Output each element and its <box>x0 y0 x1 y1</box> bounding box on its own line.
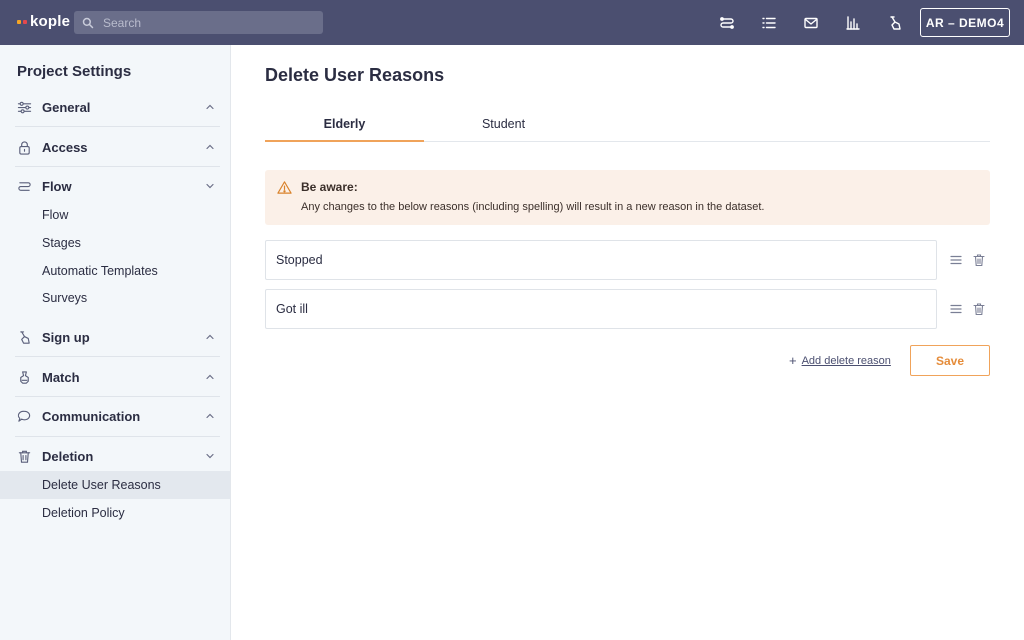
drag-handle-icon[interactable] <box>949 253 963 267</box>
sliders-icon <box>16 99 32 115</box>
chevron-up-icon <box>206 334 214 340</box>
sidebar-section-access[interactable]: Access <box>0 127 230 167</box>
sidebar-item-delete-user-reasons[interactable]: Delete User Reasons <box>0 471 230 499</box>
list-icon[interactable] <box>758 12 779 33</box>
signup-icon <box>16 329 32 345</box>
warning-alert: Be aware: Any changes to the below reaso… <box>265 170 990 225</box>
sidebar-section-label: Deletion <box>42 448 94 464</box>
sidebar-section-deletion[interactable]: Deletion <box>0 436 230 476</box>
sidebar-section-general[interactable]: General <box>0 87 230 127</box>
sidebar-title: Project Settings <box>17 63 132 80</box>
sidebar-item-automatic-templates[interactable]: Automatic Templates <box>0 257 230 285</box>
mail-icon[interactable] <box>800 12 821 33</box>
page-title: Delete User Reasons <box>265 65 445 85</box>
drag-handle-icon[interactable] <box>949 302 963 316</box>
sidebar-section-label: Communication <box>42 408 141 424</box>
delete-icon[interactable] <box>972 302 986 316</box>
signup-icon[interactable] <box>884 12 905 33</box>
alert-text: Any changes to the below reasons (includ… <box>301 201 765 213</box>
save-button[interactable]: Save <box>910 345 990 376</box>
search-input[interactable] <box>103 15 303 30</box>
sidebar-section-label: Access <box>42 139 88 155</box>
tab-bar: Elderly Student <box>265 113 990 142</box>
warning-icon <box>277 181 292 194</box>
delete-icon[interactable] <box>972 253 986 267</box>
chevron-up-icon <box>206 104 214 110</box>
sidebar-section-sign-up[interactable]: Sign up <box>0 317 230 357</box>
sidebar-item-stages[interactable]: Stages <box>0 229 230 257</box>
chevron-down-icon <box>206 183 214 189</box>
lock-icon <box>16 139 32 155</box>
logo-text: kople <box>30 13 71 30</box>
chevron-up-icon <box>206 374 214 380</box>
tab-elderly[interactable]: Elderly <box>265 113 424 142</box>
chevron-down-icon <box>206 453 214 459</box>
chat-icon <box>16 408 32 424</box>
sidebar: Project Settings General Access Flow Flo… <box>0 45 231 640</box>
sidebar-item-flow[interactable]: Flow <box>0 201 230 229</box>
sidebar-section-label: Sign up <box>42 329 90 345</box>
reason-input[interactable] <box>265 289 937 329</box>
sidebar-section-flow[interactable]: Flow <box>0 166 230 206</box>
reason-row <box>265 289 990 329</box>
chart-icon[interactable] <box>842 12 863 33</box>
account-switcher-button[interactable]: AR – DEMO4 <box>920 8 1010 37</box>
chevron-up-icon <box>206 144 214 150</box>
search-bar[interactable] <box>74 11 323 34</box>
sidebar-item-surveys[interactable]: Surveys <box>0 284 230 312</box>
alert-title: Be aware: <box>301 180 358 194</box>
logo-mark-icon <box>17 19 27 24</box>
tab-student[interactable]: Student <box>424 113 583 142</box>
reason-input[interactable] <box>265 240 937 280</box>
match-icon <box>16 369 32 385</box>
sidebar-section-label: General <box>42 99 91 115</box>
add-delete-reason-link[interactable]: + Add delete reason <box>789 353 891 368</box>
flow-icon[interactable] <box>716 12 737 33</box>
top-bar: kople AR – DEMO4 <box>0 0 1024 45</box>
chevron-up-icon <box>206 413 214 419</box>
sidebar-section-label: Match <box>42 369 80 385</box>
sidebar-section-communication[interactable]: Communication <box>0 396 230 436</box>
plus-icon: + <box>789 353 797 368</box>
sidebar-section-label: Flow <box>42 178 72 194</box>
logo[interactable]: kople <box>17 13 70 30</box>
sidebar-section-match[interactable]: Match <box>0 357 230 397</box>
trash-icon <box>16 448 32 464</box>
search-icon <box>82 17 94 28</box>
flow-icon <box>16 178 32 194</box>
top-nav-icons <box>716 12 926 33</box>
sidebar-item-deletion-policy[interactable]: Deletion Policy <box>0 499 230 527</box>
add-delete-reason-label: Add delete reason <box>801 354 891 367</box>
reason-row <box>265 240 990 280</box>
